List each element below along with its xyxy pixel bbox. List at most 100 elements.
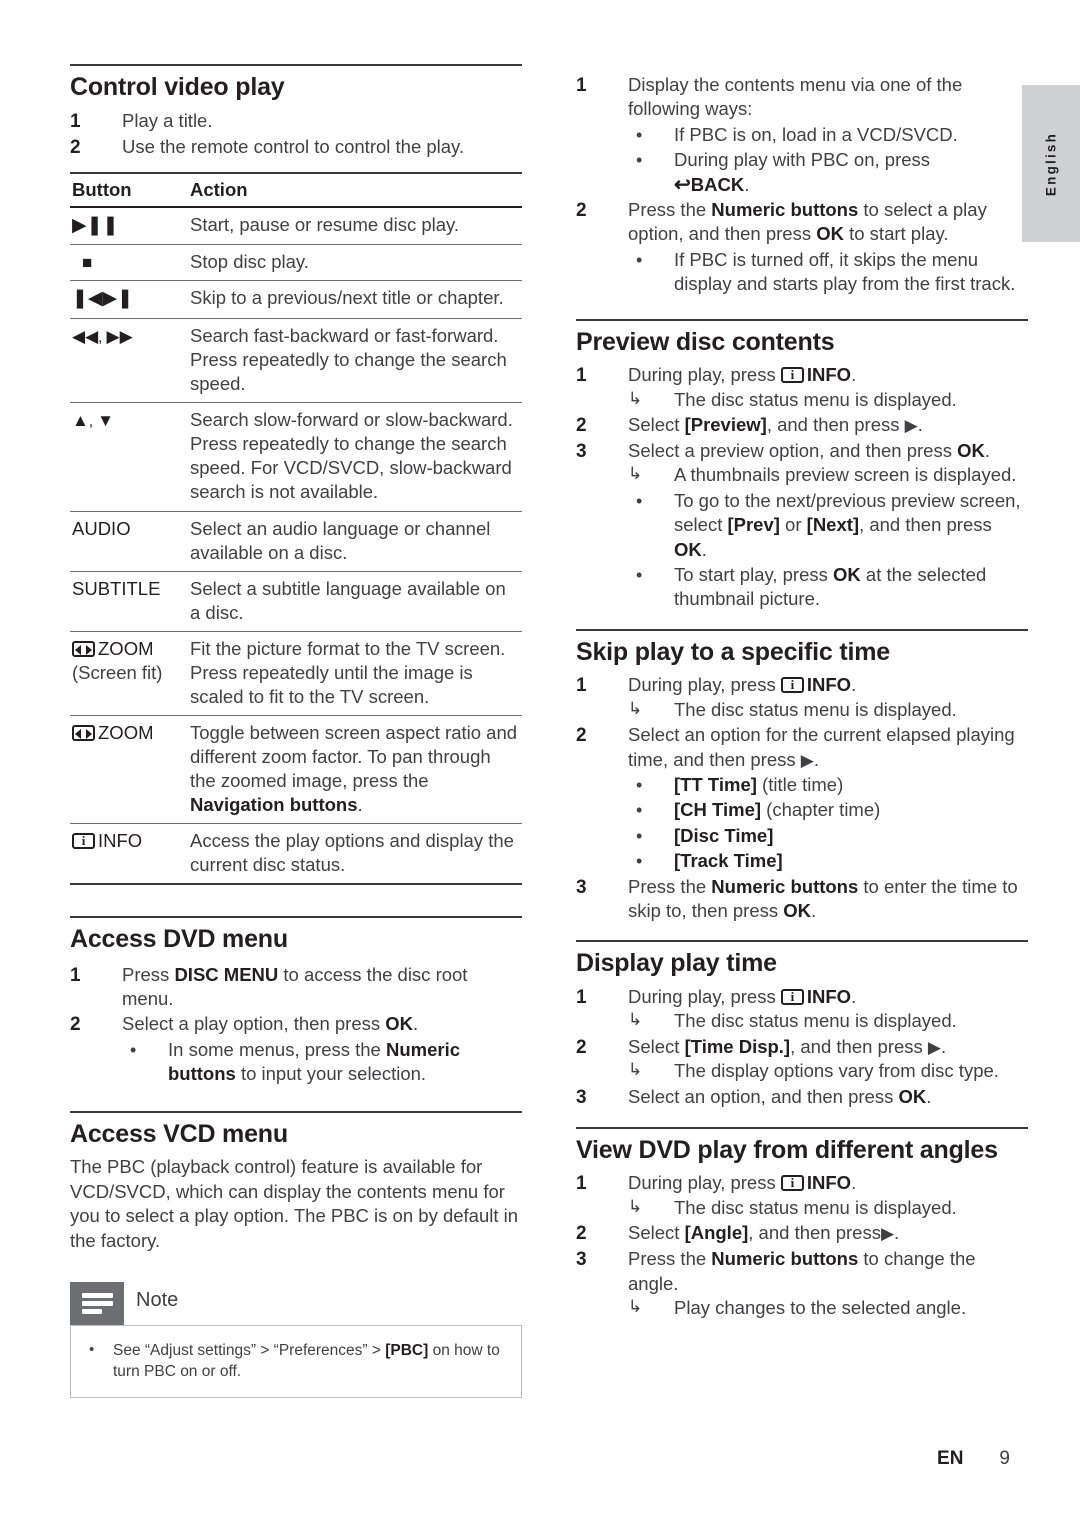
- step-text-bold2: OK: [816, 223, 844, 245]
- fast-forward-icon: ▶▶: [106, 327, 133, 347]
- right-arrow-icon: ▶: [904, 415, 918, 435]
- stop-icon: ■: [82, 253, 93, 273]
- bullet-text-pre: To start play, press: [674, 564, 834, 586]
- table-row: ◀◀, ▶▶ Search fast-backward or fast-forw…: [70, 318, 522, 403]
- bullet-dot-icon: •: [636, 124, 643, 145]
- section-access-dvd-menu: Access DVD menu 1 Press DISC MENU to acc…: [70, 916, 522, 1087]
- step-press-numeric: 2 Press the Numeric buttons to select a …: [576, 198, 1028, 297]
- result-line: ↳ The disc status menu is displayed.: [628, 1196, 1028, 1220]
- right-arrow-icon: ▶: [800, 750, 814, 770]
- info-icon: i: [780, 988, 804, 1005]
- result-text: The disc status menu is displayed.: [674, 388, 957, 410]
- step-text: Press the Numeric buttons to change the …: [628, 1247, 1028, 1320]
- action-text: Start, pause or resume disc play.: [190, 213, 460, 235]
- back-arrow-icon: ↩: [674, 173, 691, 196]
- fast-rewind-icon: ◀◀: [72, 327, 99, 347]
- result-text: The disc status menu is displayed.: [674, 1196, 957, 1218]
- result-text: The display options vary from disc type.: [674, 1060, 999, 1082]
- arrow-down-icon: ▼: [97, 411, 114, 431]
- result-arrow-icon: ↳: [628, 698, 643, 718]
- zoom-label: ZOOM: [98, 637, 154, 659]
- note-text-bold: [PBC]: [385, 1341, 429, 1359]
- right-arrow-icon: ▶: [880, 1224, 895, 1244]
- bullet-dot-icon: •: [636, 565, 643, 586]
- button-prev-next-icon: ❚◀▶❚: [70, 281, 188, 319]
- bullet-item: • [Disc Time]: [628, 824, 1028, 848]
- result-line: ↳ The disc status menu is displayed.: [628, 1009, 1028, 1033]
- arrow-up-icon: ▲: [72, 411, 89, 431]
- action-text: Stop disc play.: [190, 251, 309, 273]
- step-number: 3: [576, 876, 587, 898]
- step-text-pre: Press the: [628, 875, 712, 897]
- section-title-skip-play: Skip play to a specific time: [576, 637, 890, 666]
- button-zoom-screenfit: ZOOM (Screen fit): [70, 631, 188, 715]
- step-disc-menu: 1 Press DISC MENU to access the disc roo…: [70, 963, 522, 1012]
- bullet-text: [TT Time] (title time): [674, 773, 1028, 797]
- play-icon: ▶: [72, 214, 87, 236]
- bullet-text-bold: OK: [833, 564, 861, 586]
- step-text-pre: Select a preview option, and then press: [628, 440, 958, 462]
- section-rule: [576, 1126, 1028, 1129]
- bullet-text: [Track Time]: [674, 849, 1028, 873]
- back-label: BACK: [690, 173, 745, 195]
- step-text-pre: Select an option, and then press: [628, 1085, 899, 1107]
- step-text-bold: [Angle]: [684, 1222, 749, 1244]
- step-number: 3: [576, 1249, 587, 1271]
- step-number: 2: [576, 1223, 587, 1245]
- step-text-pre: During play, press: [628, 364, 781, 386]
- step-text-pre: Select: [628, 1035, 685, 1057]
- info-button-ref: i INFO: [780, 674, 851, 695]
- bullet-dot-icon: •: [89, 1340, 95, 1358]
- section-rule: [576, 318, 1028, 321]
- step-number: 3: [576, 441, 587, 463]
- section-view-dvd-angles: View DVD play from different angles 1 Du…: [576, 1126, 1028, 1321]
- step-text-pre: Select a play option, then press: [122, 1013, 386, 1035]
- action-text: Skip to a previous/next title or chapter…: [190, 287, 504, 309]
- info-label: INFO: [806, 985, 852, 1007]
- step-text: During play, press i INFO. ↳ The disc sta…: [628, 363, 1028, 412]
- result-text: A thumbnails preview screen is displayed…: [674, 464, 1017, 486]
- step-number: 2: [576, 414, 587, 436]
- table-row: SUBTITLE Select a subtitle language avai…: [70, 571, 522, 631]
- section-title-display-play-time: Display play time: [576, 949, 777, 978]
- result-text: The disc status menu is displayed.: [674, 1010, 957, 1032]
- bullet-text-bold2: [Next]: [806, 514, 860, 536]
- bullet-dot-icon: •: [636, 249, 643, 270]
- section-vcd-menu-steps: 1 Display the contents menu via one of t…: [576, 73, 1028, 297]
- bullet-text-mid: or: [779, 514, 807, 536]
- button-up-down-icon: ▲, ▼: [72, 411, 114, 431]
- table-row: ZOOM (Screen fit) Fit the picture format…: [70, 631, 522, 715]
- step-text-pre: Press: [122, 963, 175, 985]
- note-icon-line: [82, 1300, 113, 1306]
- step-text: Play a title.: [122, 109, 213, 131]
- step-text-pre: During play, press: [628, 1172, 781, 1194]
- section-skip-play-specific-time: Skip play to a specific time 1 During pl…: [576, 628, 1028, 924]
- bullet-text-bold1: [Prev]: [727, 514, 780, 536]
- step-text-bold: OK: [898, 1085, 927, 1107]
- step-enter-time: 3 Press the Numeric buttons to enter the…: [576, 875, 1028, 924]
- skip-next-icon: ▶❚: [102, 288, 134, 310]
- step-text-bold: [Preview]: [684, 413, 767, 435]
- option-desc: (title time): [756, 774, 844, 796]
- access-vcd-paragraph: The PBC (playback control) feature is av…: [70, 1156, 519, 1251]
- step-text-pre: Select: [628, 413, 685, 435]
- manual-page: English Control video play 1 Play a titl…: [0, 0, 1080, 1527]
- step-text-post: to start play.: [843, 223, 949, 245]
- step-text-bold: Numeric buttons: [711, 1248, 859, 1270]
- action-text-part1: Toggle between screen aspect ratio and d…: [190, 721, 518, 791]
- step-text: Select an option, and then press OK.: [628, 1085, 1028, 1109]
- step-number: 2: [576, 725, 587, 747]
- step-text: Press the Numeric buttons to enter the t…: [628, 875, 1028, 924]
- button-audio-label: AUDIO: [72, 517, 131, 539]
- step-number: 1: [576, 365, 587, 387]
- step-text-pre: During play, press: [628, 674, 781, 696]
- info-label: INFO: [806, 1172, 852, 1194]
- page-footer: EN 9: [0, 1448, 1080, 1470]
- column-header-action: Action: [190, 178, 248, 200]
- bullet-text-pre: In some menus, press the: [168, 1038, 386, 1060]
- footer-page-number: 9: [999, 1448, 1010, 1469]
- step-select-preview: 2 Select [Preview], and then press ▶.: [576, 413, 1028, 438]
- bullet-item: • [TT Time] (title time): [628, 773, 1028, 797]
- step-display-contents-menu: 1 Display the contents menu via one of t…: [576, 73, 1028, 197]
- step-text: Select a play option, then press OK. • I…: [122, 1012, 522, 1086]
